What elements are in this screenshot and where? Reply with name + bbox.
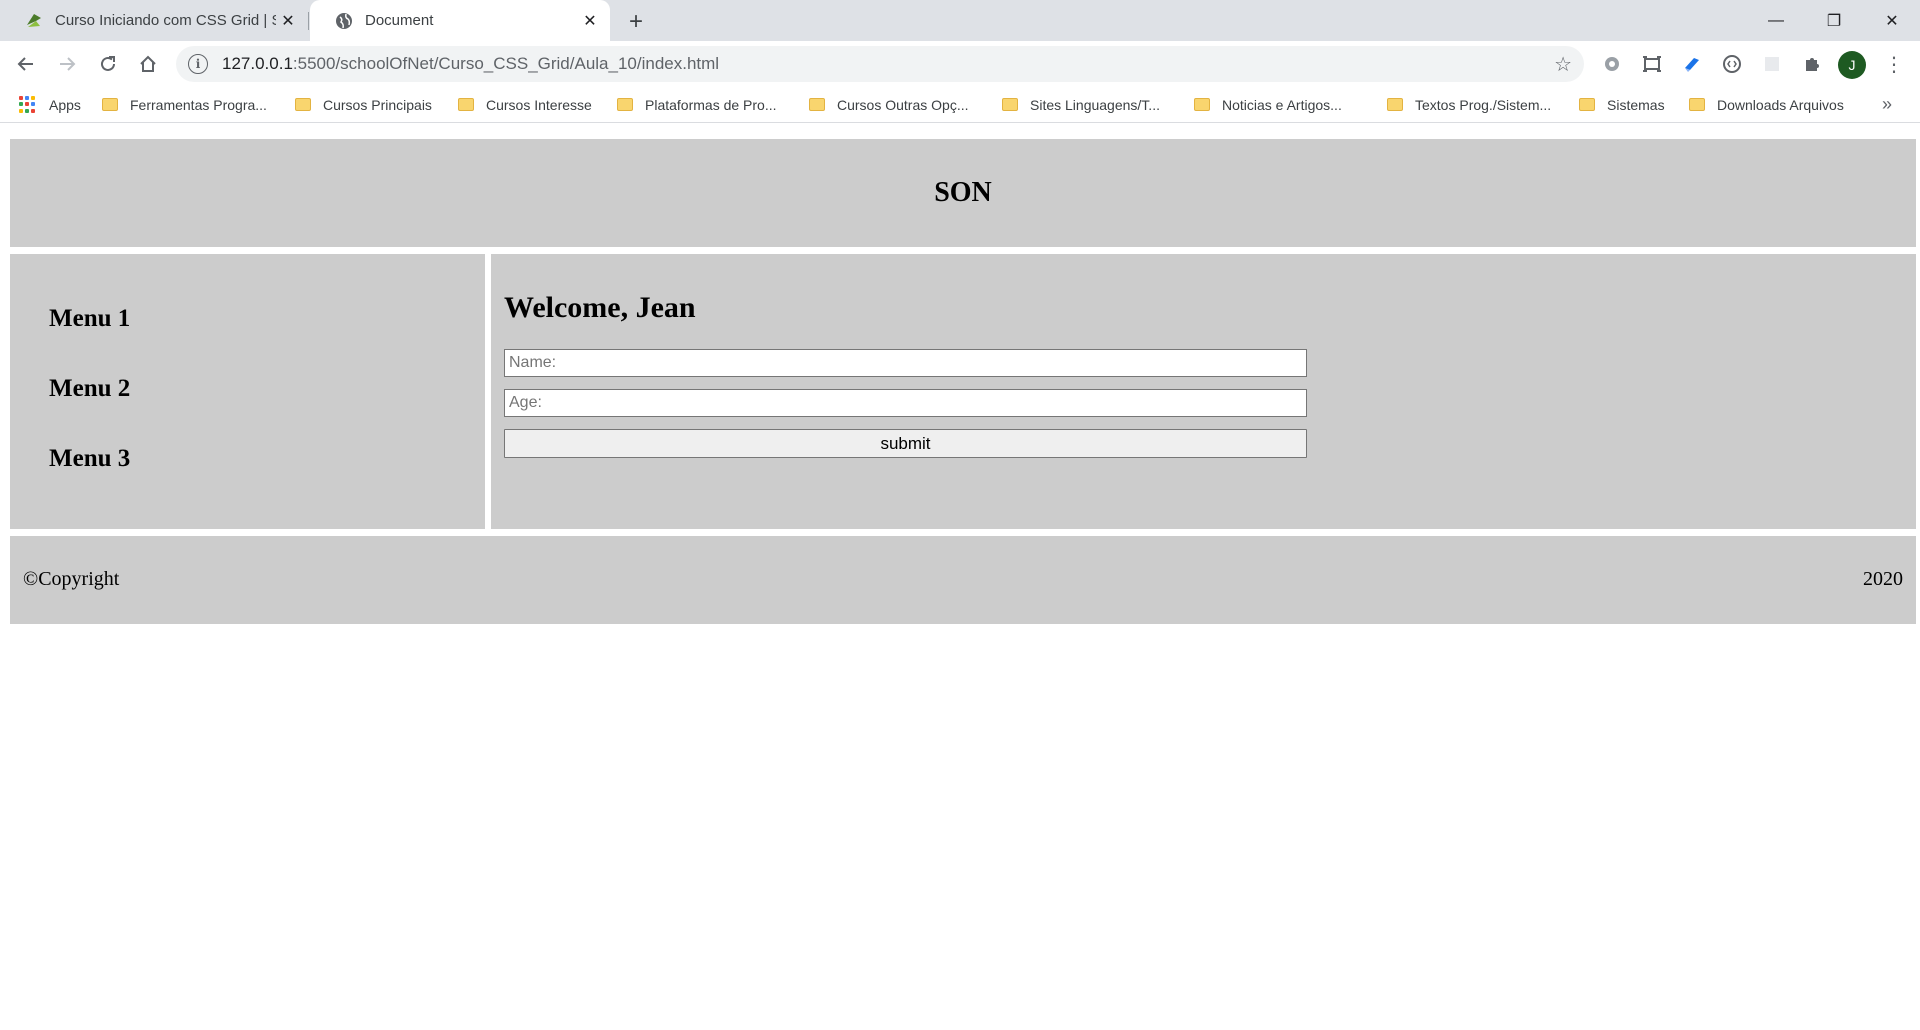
tab-strip: Curso Iniciando com CSS Grid | School of… — [0, 0, 1920, 41]
bookmark-label: Noticias e Artigos... — [1222, 96, 1342, 113]
sidebar-item-menu-3[interactable]: Menu 3 — [49, 445, 130, 473]
menu-kebab-icon[interactable]: ⋮ — [1880, 50, 1908, 78]
home-icon — [140, 55, 156, 72]
code-extension-icon[interactable] — [1718, 50, 1746, 78]
bookmark-folder[interactable]: Sites Linguagens/T... — [1002, 87, 1160, 122]
folder-icon — [617, 98, 633, 111]
screenshot-extension-icon[interactable] — [1638, 50, 1666, 78]
folder-icon — [809, 98, 825, 111]
reload-icon — [101, 56, 115, 71]
page-title: SON — [934, 177, 992, 208]
forward-button[interactable] — [51, 48, 83, 80]
folder-icon — [1579, 98, 1595, 111]
sidebar: Menu 1 Menu 2 Menu 3 — [10, 254, 485, 529]
close-tab-icon[interactable]: ✕ — [578, 9, 602, 33]
copyright-text: ©Copyright — [23, 568, 120, 590]
reload-button[interactable] — [92, 48, 124, 80]
bookmark-folder[interactable]: Cursos Interesse — [458, 87, 592, 122]
bookmark-label: Apps — [49, 96, 81, 113]
url-path: :5500/schoolOfNet/Curso_CSS_Grid/Aula_10… — [292, 54, 720, 73]
bookmark-label: Sites Linguagens/T... — [1030, 96, 1160, 113]
blank-extension-icon[interactable] — [1758, 50, 1786, 78]
tab-curso[interactable]: Curso Iniciando com CSS Grid | School of… — [0, 0, 308, 41]
folder-icon — [295, 98, 311, 111]
bookmark-apps[interactable]: Apps — [19, 87, 81, 122]
bookmarks-bar: Apps Ferramentas Progra... Cursos Princi… — [0, 87, 1920, 123]
bookmark-label: Ferramentas Progra... — [130, 96, 267, 113]
bookmark-label: Sistemas — [1607, 96, 1665, 113]
extension-gear-icon[interactable] — [1598, 50, 1626, 78]
bookmark-folder[interactable]: Textos Prog./Sistem... — [1387, 87, 1551, 122]
bookmark-star-icon[interactable]: ☆ — [1554, 52, 1572, 77]
name-input[interactable] — [504, 349, 1307, 377]
bookmark-folder[interactable]: Cursos Outras Opç... — [809, 87, 968, 122]
tab-separator — [308, 12, 309, 30]
bookmark-label: Plataformas de Pro... — [645, 96, 777, 113]
bookmark-label: Downloads Arquivos — [1717, 96, 1844, 113]
sidebar-item-menu-2[interactable]: Menu 2 — [49, 375, 130, 403]
close-window-button[interactable]: ✕ — [1868, 0, 1916, 41]
restore-button[interactable]: ❐ — [1810, 0, 1858, 41]
bookmarks-overflow-button[interactable]: » — [1882, 87, 1892, 122]
bookmark-folder[interactable]: Plataformas de Pro... — [617, 87, 777, 122]
new-tab-button[interactable]: + — [622, 8, 650, 36]
url-text: 127.0.0.1:5500/schoolOfNet/Curso_CSS_Gri… — [222, 54, 719, 74]
footer-year: 2020 — [1863, 568, 1903, 590]
tab-document[interactable]: Document ✕ — [310, 0, 610, 41]
folder-icon — [1387, 98, 1403, 111]
back-button[interactable] — [10, 48, 42, 80]
school-of-net-icon — [24, 11, 44, 31]
submit-button[interactable]: submit — [504, 429, 1307, 458]
folder-icon — [1689, 98, 1705, 111]
bookmark-folder[interactable]: Downloads Arquivos — [1689, 87, 1844, 122]
bookmark-folder[interactable]: Sistemas — [1579, 87, 1665, 122]
bookmark-label: Textos Prog./Sistem... — [1415, 96, 1552, 113]
profile-avatar[interactable]: J — [1838, 51, 1866, 79]
page-footer: ©Copyright 2020 — [10, 536, 1916, 624]
sidebar-item-menu-1[interactable]: Menu 1 — [49, 305, 130, 333]
bookmark-folder[interactable]: Noticias e Artigos... — [1194, 87, 1342, 122]
arrow-left-icon — [17, 57, 33, 71]
info-icon[interactable]: i — [188, 54, 208, 74]
bookmark-folder[interactable]: Cursos Principais — [295, 87, 432, 122]
main-content: Welcome, Jean submit — [491, 254, 1916, 529]
browser-toolbar: i 127.0.0.1:5500/schoolOfNet/Curso_CSS_G… — [0, 41, 1920, 87]
folder-icon — [458, 98, 474, 111]
translate-extension-icon[interactable] — [1678, 50, 1706, 78]
home-button[interactable] — [132, 48, 164, 80]
bookmark-folder[interactable]: Ferramentas Progra... — [102, 87, 267, 122]
welcome-heading: Welcome, Jean — [504, 291, 696, 324]
page-viewport: SON Menu 1 Menu 2 Menu 3 Welcome, Jean s… — [0, 124, 1920, 1030]
tab-label: Document — [365, 12, 434, 29]
folder-icon — [1194, 98, 1210, 111]
minimize-button[interactable]: — — [1752, 0, 1800, 41]
globe-icon — [334, 11, 354, 31]
age-input[interactable] — [504, 389, 1307, 417]
folder-icon — [102, 98, 118, 111]
address-bar[interactable]: i 127.0.0.1:5500/schoolOfNet/Curso_CSS_G… — [176, 46, 1584, 82]
bookmark-label: Cursos Interesse — [486, 96, 592, 113]
bookmark-label: Cursos Outras Opç... — [837, 96, 969, 113]
folder-icon — [1002, 98, 1018, 111]
apps-grid-icon — [19, 95, 37, 114]
bookmark-label: Cursos Principais — [323, 96, 432, 113]
page-header: SON — [10, 139, 1916, 247]
arrow-right-icon — [60, 57, 76, 71]
close-tab-icon[interactable]: ✕ — [276, 9, 300, 33]
url-host: 127.0.0.1 — [222, 54, 293, 73]
tab-label: Curso Iniciando com CSS Grid | School of… — [55, 12, 276, 29]
puzzle-extensions-icon[interactable] — [1798, 50, 1826, 78]
